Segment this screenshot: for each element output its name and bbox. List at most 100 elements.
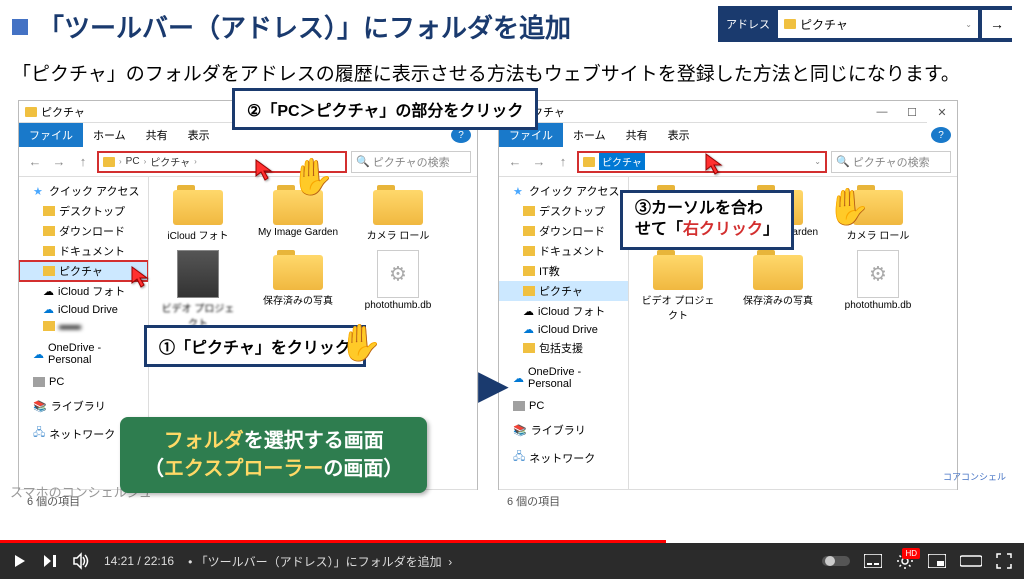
tab-share[interactable]: 共有 [136, 123, 178, 147]
cursor-icon [254, 158, 278, 182]
item-video-proj[interactable]: ビデオ プロジェクト [157, 250, 239, 330]
folder-icon [523, 246, 535, 256]
tab-home[interactable]: ホーム [563, 123, 616, 147]
autoplay-toggle[interactable] [822, 554, 850, 568]
nav-pc[interactable]: PC [19, 374, 148, 390]
item-saved[interactable]: 保存済みの写真 [737, 250, 819, 322]
address-go-button[interactable]: → [982, 10, 1012, 38]
nav-desktop[interactable]: デスクトップ [19, 201, 148, 221]
settings-button[interactable]: HD [896, 552, 914, 570]
address-row: ← → ↑ ピクチャ ⌄ 🔍 ピクチャの検索 [499, 147, 957, 177]
search-box[interactable]: 🔍 ピクチャの検索 [351, 151, 471, 173]
address-row: ← → ↑ › PC › ピクチャ › 🔍 ピクチャの検索 [19, 147, 477, 177]
tab-share[interactable]: 共有 [616, 123, 658, 147]
maximize-button[interactable]: ☐ [897, 101, 927, 123]
folder-icon [523, 343, 535, 353]
chevron-down-icon[interactable]: ⌄ [965, 20, 972, 29]
callout-2: ②「PC＞ピクチャ」の部分をクリック [232, 88, 538, 130]
back-button[interactable]: ← [25, 152, 45, 172]
nav-icloud-photo[interactable]: ☁iCloud フォト [19, 281, 148, 301]
nav-library[interactable]: 📚ライブラリ [19, 396, 148, 416]
minimize-button[interactable]: — [867, 101, 897, 123]
nav-documents[interactable]: ドキュメント [19, 241, 148, 261]
file-icon [377, 250, 419, 298]
folder-icon [784, 19, 796, 29]
breadcrumb-pictures[interactable]: ピクチャ [150, 154, 190, 169]
nav-downloads[interactable]: ダウンロード [19, 221, 148, 241]
video-controls: 14:21 / 22:16 • 「ツールバー（アドレス）」にフォルダを追加 › … [0, 543, 1024, 579]
play-button[interactable] [12, 553, 28, 569]
close-button[interactable]: ✕ [927, 101, 957, 123]
nav-library[interactable]: 📚ライブラリ [499, 420, 628, 440]
folder-icon [523, 226, 535, 236]
star-icon: ★ [513, 185, 525, 197]
chevron-icon: › [144, 157, 147, 166]
address-input[interactable]: ピクチャ ⌄ [778, 10, 978, 38]
nav-pc[interactable]: PC [499, 398, 628, 414]
item-camera[interactable]: カメラ ロール [357, 185, 439, 242]
folder-icon [43, 321, 55, 331]
pc-icon [513, 401, 525, 411]
tab-home[interactable]: ホーム [83, 123, 136, 147]
help-button[interactable]: ? [931, 127, 951, 143]
captions-button[interactable] [864, 554, 882, 568]
network-icon: 🖧 [33, 424, 45, 443]
fullscreen-button[interactable] [996, 553, 1012, 569]
tab-view[interactable]: 表示 [178, 123, 220, 147]
address-box[interactable]: ピクチャ ⌄ [577, 151, 827, 173]
tab-file[interactable]: ファイル [19, 123, 83, 147]
search-icon: 🔍 [356, 155, 370, 168]
item-saved[interactable]: 保存済みの写真 [257, 250, 339, 330]
item-photothumb[interactable]: photothumb.db [837, 250, 919, 322]
nav-icloud-drive[interactable]: ☁iCloud Drive [499, 321, 628, 338]
folder-icon [523, 206, 535, 216]
item-video-proj[interactable]: ビデオ プロジェクト [637, 250, 719, 322]
nav-icloud-drive[interactable]: ☁iCloud Drive [19, 301, 148, 318]
nav-documents[interactable]: ドキュメント [499, 241, 628, 261]
nav-onedrive[interactable]: ☁OneDrive - Personal [19, 340, 148, 368]
tab-view[interactable]: 表示 [658, 123, 700, 147]
nav-desktop[interactable]: デスクトップ [499, 201, 628, 221]
titlebar: ピクチャ — ☐ ✕ [499, 101, 957, 123]
window-title: ピクチャ [41, 104, 85, 120]
item-icloud[interactable]: iCloud フォト [157, 185, 239, 242]
brand-logo: コアコンシェル [943, 470, 1006, 483]
nav-pictures[interactable]: ピクチャ [499, 281, 628, 301]
nav-support[interactable]: 包括支援 [499, 338, 628, 358]
search-box[interactable]: 🔍 ピクチャの検索 [831, 151, 951, 173]
slide-subtitle: 「ピクチャ」のフォルダをアドレスの履歴に表示させる方法もウェブサイトを登録した方… [0, 53, 1024, 92]
hd-badge: HD [902, 548, 920, 559]
nav-pictures[interactable]: ピクチャ [19, 261, 148, 281]
callout-1: ①「ピクチャ」をクリック [144, 325, 366, 367]
chevron-down-icon[interactable]: ⌄ [814, 157, 821, 166]
nav-onedrive[interactable]: ☁OneDrive - Personal [499, 364, 628, 392]
item-photothumb[interactable]: photothumb.db [357, 250, 439, 330]
nav-network[interactable]: 🖧ネットワーク [499, 446, 628, 469]
folder-icon [103, 157, 115, 167]
folder-icon [523, 286, 535, 296]
next-button[interactable] [42, 553, 58, 569]
hand-icon: ✋ [290, 156, 335, 198]
nav-quick-access[interactable]: ★クイック アクセス [19, 181, 148, 201]
forward-button[interactable]: → [49, 152, 69, 172]
nav-downloads[interactable]: ダウンロード [499, 221, 628, 241]
nav-quick-access[interactable]: ★クイック アクセス [499, 181, 628, 201]
hand-icon: ✋ [338, 322, 383, 364]
breadcrumb-pc[interactable]: PC [126, 156, 140, 167]
up-button[interactable]: ↑ [73, 152, 93, 172]
forward-button[interactable]: → [529, 152, 549, 172]
address-label: アドレス [718, 16, 778, 32]
miniplayer-button[interactable] [928, 554, 946, 568]
nav-it[interactable]: IT教 [499, 261, 628, 281]
chevron-icon: › [119, 157, 122, 166]
volume-button[interactable] [72, 552, 90, 570]
nav-blur[interactable]: ▬▬ [19, 318, 148, 334]
nav-icloud-photo[interactable]: ☁iCloud フォト [499, 301, 628, 321]
cloud-icon: ☁ [43, 303, 54, 316]
up-button[interactable]: ↑ [553, 152, 573, 172]
explorer-right: ピクチャ — ☐ ✕ ファイル ホーム 共有 表示 ? ← → ↑ [498, 100, 958, 490]
back-button[interactable]: ← [505, 152, 525, 172]
theater-button[interactable] [960, 554, 982, 568]
video-chapter[interactable]: • 「ツールバー（アドレス）」にフォルダを追加 › [188, 553, 452, 570]
slide-title: 「ツールバー（アドレス）」にフォルダを追加 [38, 8, 571, 45]
